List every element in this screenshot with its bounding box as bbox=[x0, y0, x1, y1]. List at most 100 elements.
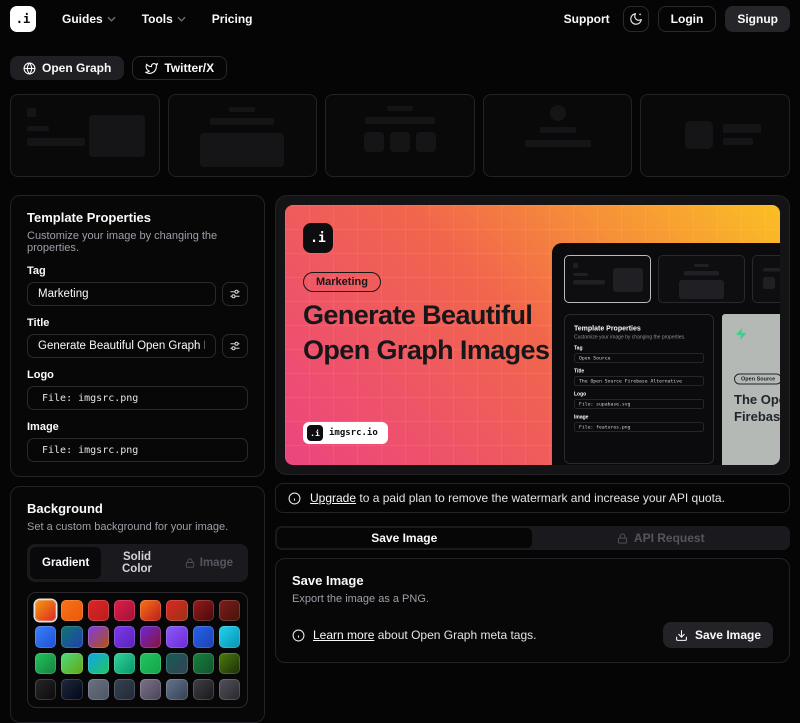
gradient-swatch[interactable] bbox=[166, 600, 187, 621]
logo-label: Logo bbox=[27, 369, 248, 381]
login-button[interactable]: Login bbox=[658, 6, 717, 32]
template-gallery bbox=[10, 94, 790, 177]
preview-column: .i Marketing Generate Beautiful Open Gra… bbox=[275, 195, 790, 663]
thumb-shape bbox=[390, 132, 410, 152]
signup-button[interactable]: Signup bbox=[725, 6, 790, 32]
mode-tabs: Open Graph Twitter/X bbox=[10, 56, 790, 80]
nav-tools[interactable]: Tools bbox=[142, 12, 186, 26]
thumb-shape bbox=[723, 124, 761, 133]
thumb-shape bbox=[27, 138, 85, 146]
preview-logo-text: .i bbox=[310, 231, 326, 246]
gradient-swatch[interactable] bbox=[61, 626, 82, 647]
embedded-logo-input: File: supabase.svg bbox=[574, 399, 704, 409]
embedded-panel-title: Template Properties bbox=[574, 324, 704, 332]
thumb-shape bbox=[27, 108, 36, 117]
tab-twitter-x[interactable]: Twitter/X bbox=[132, 56, 227, 80]
tab-open-graph[interactable]: Open Graph bbox=[10, 56, 124, 80]
info-icon bbox=[292, 629, 305, 642]
gradient-swatch[interactable] bbox=[166, 626, 187, 647]
embedded-properties-panel: Template Properties Customize your image… bbox=[564, 314, 714, 464]
gradient-swatch[interactable] bbox=[35, 600, 56, 621]
template-thumbnail-2[interactable] bbox=[168, 94, 318, 177]
embedded-tag-input: Open Source bbox=[574, 353, 704, 363]
thumb-shape bbox=[89, 115, 145, 157]
gradient-swatch[interactable] bbox=[193, 600, 214, 621]
preview-tag-badge: Marketing bbox=[303, 272, 381, 292]
logo-file-input[interactable]: File: imgsrc.png bbox=[27, 386, 248, 410]
background-panel: Background Set a custom background for y… bbox=[10, 486, 265, 723]
panel-description: Customize your image by changing the pro… bbox=[27, 230, 248, 254]
learn-more-note: Learn more about Open Graph meta tags. bbox=[292, 628, 536, 642]
template-thumbnail-5[interactable] bbox=[640, 94, 790, 177]
thumb-shape bbox=[685, 121, 713, 149]
thumb-shape bbox=[387, 106, 413, 111]
title-label: Title bbox=[27, 317, 248, 329]
gradient-swatch[interactable] bbox=[193, 679, 214, 700]
gradient-swatch[interactable] bbox=[61, 600, 82, 621]
gradient-swatch[interactable] bbox=[140, 626, 161, 647]
template-thumbnail-4[interactable] bbox=[483, 94, 633, 177]
thumb-shape bbox=[416, 132, 436, 152]
template-thumbnail-1[interactable] bbox=[10, 94, 160, 177]
thumb-shape bbox=[200, 133, 284, 167]
embedded-thumbnail bbox=[564, 255, 651, 303]
app-logo[interactable]: .i bbox=[10, 6, 36, 32]
gradient-swatch[interactable] bbox=[193, 626, 214, 647]
title-settings-button[interactable] bbox=[222, 334, 248, 358]
bg-tab-gradient[interactable]: Gradient bbox=[30, 547, 101, 579]
chevron-down-icon bbox=[177, 16, 186, 22]
upgrade-link[interactable]: Upgrade bbox=[310, 491, 356, 505]
image-label: Image bbox=[27, 421, 248, 433]
background-description: Set a custom background for your image. bbox=[27, 521, 248, 533]
lock-icon bbox=[617, 533, 628, 544]
gradient-swatch[interactable] bbox=[35, 626, 56, 647]
thumb-shape bbox=[229, 107, 255, 112]
gradient-swatch[interactable] bbox=[219, 679, 240, 700]
bg-tab-image[interactable]: Image bbox=[173, 547, 245, 579]
gradient-swatch[interactable] bbox=[140, 679, 161, 700]
save-panel-description: Export the image as a PNG. bbox=[292, 593, 773, 605]
tag-settings-button[interactable] bbox=[222, 282, 248, 306]
embedded-image-input: File: features.png bbox=[574, 422, 704, 432]
nav-tools-label: Tools bbox=[142, 12, 173, 26]
gradient-swatch[interactable] bbox=[140, 600, 161, 621]
chevron-down-icon bbox=[107, 16, 116, 22]
tag-input[interactable] bbox=[27, 282, 216, 306]
preview-title-line1: Generate Beautiful bbox=[303, 300, 532, 330]
save-image-button[interactable]: Save Image bbox=[663, 622, 773, 648]
moon-icon bbox=[629, 12, 643, 26]
tab-api-request[interactable]: API Request bbox=[534, 528, 789, 548]
gradient-swatch[interactable] bbox=[88, 679, 109, 700]
top-nav: .i Guides Tools Pricing Support bbox=[10, 0, 790, 38]
og-preview-frame: .i Marketing Generate Beautiful Open Gra… bbox=[275, 195, 790, 475]
learn-more-link[interactable]: Learn more bbox=[313, 628, 374, 642]
thumb-shape bbox=[550, 105, 566, 121]
gradient-swatch[interactable] bbox=[114, 600, 135, 621]
thumb-shape bbox=[525, 140, 591, 147]
gradient-swatch[interactable] bbox=[114, 626, 135, 647]
nav-pricing-label: Pricing bbox=[212, 12, 253, 26]
title-input[interactable] bbox=[27, 334, 216, 358]
logo-file-value: File: imgsrc.png bbox=[42, 393, 138, 404]
nav-support[interactable]: Support bbox=[564, 12, 610, 26]
gradient-swatch[interactable] bbox=[61, 679, 82, 700]
gradient-swatch[interactable] bbox=[88, 626, 109, 647]
theme-toggle-button[interactable] bbox=[623, 6, 649, 32]
gradient-swatch[interactable] bbox=[88, 600, 109, 621]
thumb-shape bbox=[364, 132, 384, 152]
globe-icon bbox=[23, 62, 36, 75]
gradient-swatch[interactable] bbox=[219, 626, 240, 647]
gradient-swatch[interactable] bbox=[166, 679, 187, 700]
nav-guides[interactable]: Guides bbox=[62, 12, 116, 26]
gradient-swatch[interactable] bbox=[35, 679, 56, 700]
save-image-button-label: Save Image bbox=[695, 628, 761, 642]
embedded-template-gallery bbox=[564, 255, 780, 303]
gradient-swatch[interactable] bbox=[219, 600, 240, 621]
tab-save-image[interactable]: Save Image bbox=[277, 528, 532, 548]
template-thumbnail-3[interactable] bbox=[325, 94, 475, 177]
bg-tab-solid-color[interactable]: Solid Color bbox=[103, 547, 170, 579]
info-icon bbox=[288, 492, 301, 505]
gradient-swatch[interactable] bbox=[114, 679, 135, 700]
image-file-input[interactable]: File: imgsrc.png bbox=[27, 438, 248, 462]
nav-pricing[interactable]: Pricing bbox=[212, 12, 253, 26]
